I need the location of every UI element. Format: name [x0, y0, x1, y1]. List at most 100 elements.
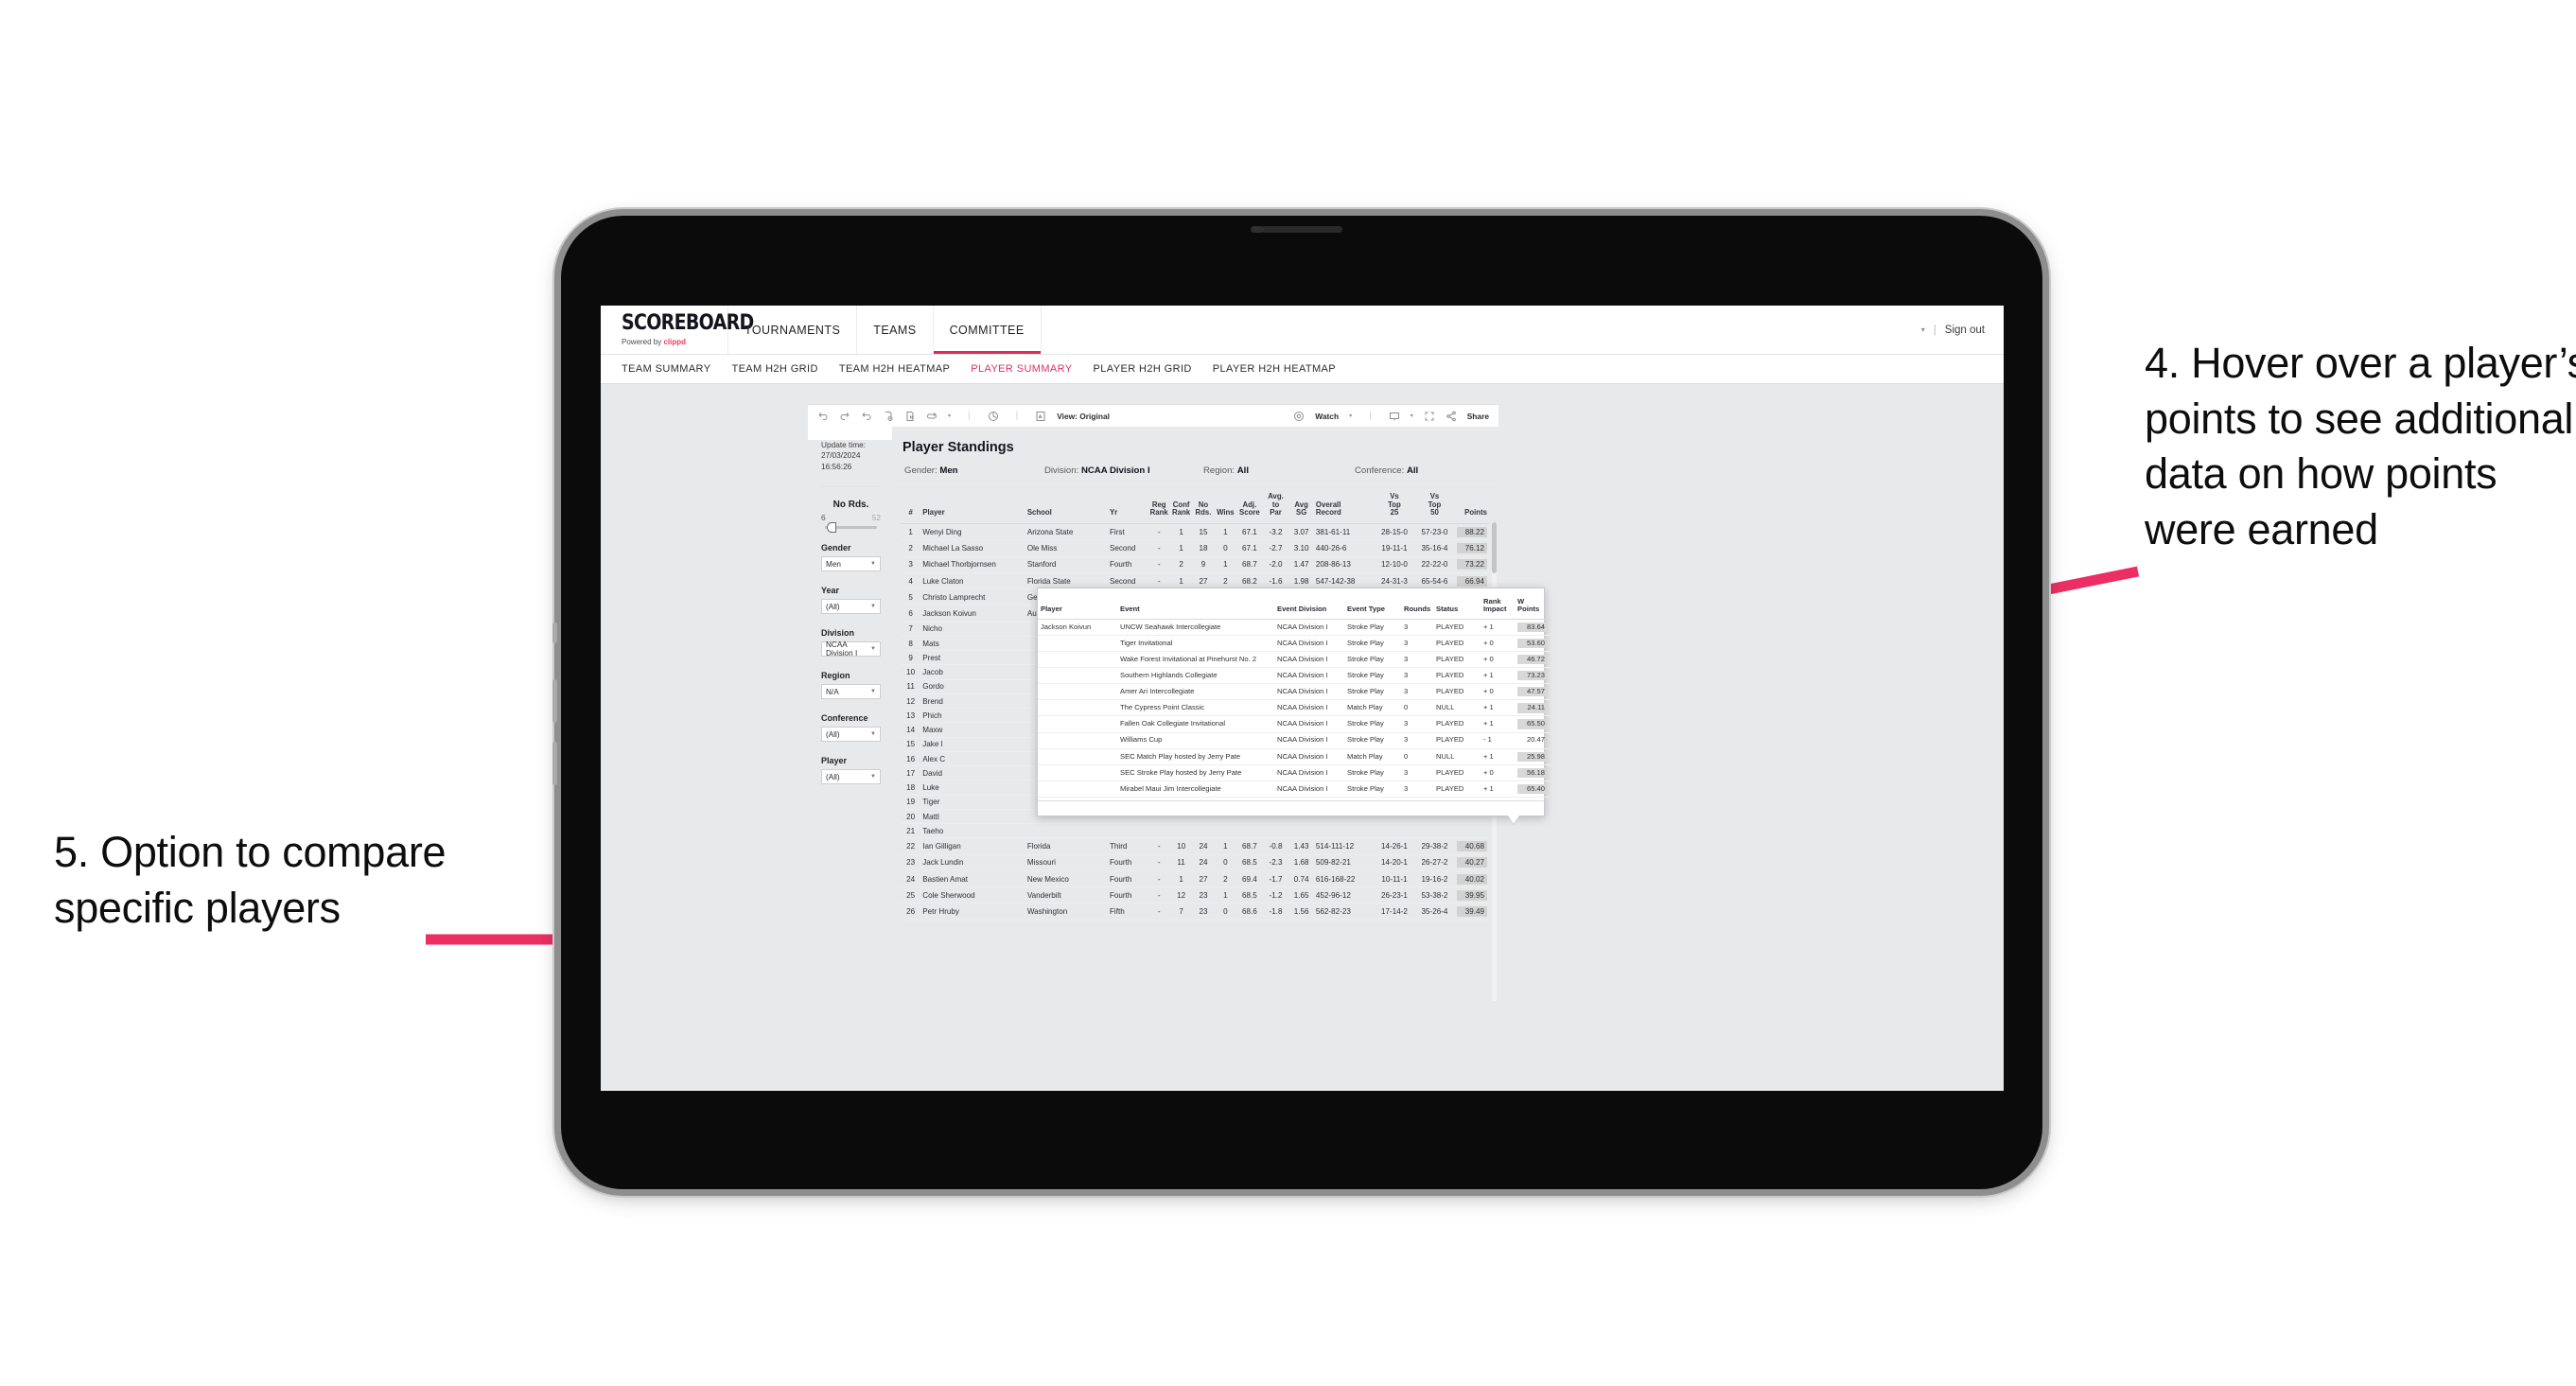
filter-year: Year (All) ▼: [821, 586, 881, 615]
subnav-team-h2h-heatmap[interactable]: TEAM H2H HEATMAP: [839, 363, 950, 375]
column-header-vs-top-25[interactable]: Vs Top 25: [1374, 488, 1415, 525]
cell-avg-sg: 1.65: [1288, 886, 1314, 904]
pause-updates-icon[interactable]: [904, 411, 916, 422]
share-button[interactable]: Share: [1467, 412, 1489, 421]
points-value[interactable]: 76.12: [1457, 543, 1487, 554]
table-row[interactable]: 2 Michael La Sasso Ole Miss Second -1 18 0 67.1…: [901, 539, 1489, 557]
table-row[interactable]: 3 Michael Thorbjornsen Stanford Fourth -2 9 1 6…: [901, 556, 1489, 573]
column-header-school[interactable]: School: [1025, 488, 1108, 525]
share-icon[interactable]: [1446, 411, 1457, 422]
column-header-conf-rank[interactable]: Conf Rank: [1169, 488, 1193, 525]
cell-player: Ian Gilligan: [920, 837, 1025, 855]
undo-icon[interactable]: [817, 411, 829, 422]
column-header-wins[interactable]: Wins: [1214, 488, 1237, 525]
column-header-yr[interactable]: Yr: [1107, 488, 1148, 525]
filter-gender-value: Men: [826, 559, 841, 569]
nav-item-committee[interactable]: COMMITTEE: [933, 306, 1042, 354]
no-rounds-slider[interactable]: No Rds. 6 52: [821, 500, 881, 534]
tooltip-cell-event-type: Stroke Play: [1344, 619, 1401, 636]
brand-logo[interactable]: SCOREBOARD Powered by clippd: [601, 306, 754, 354]
points-value[interactable]: 39.49: [1457, 906, 1487, 918]
chevron-down-icon[interactable]: ▾: [1411, 412, 1413, 419]
cell-yr: Fourth: [1107, 870, 1148, 888]
device-volume-down-button[interactable]: [552, 742, 557, 785]
table-row[interactable]: 21 Taeho: [901, 823, 1489, 839]
auto-update-icon[interactable]: [926, 411, 938, 422]
points-value[interactable]: 73.22: [1457, 559, 1487, 570]
tooltip-row: The Cypress Point Classic NCAA Division I…: [1038, 699, 1551, 717]
column-header-reg-rank[interactable]: Reg Rank: [1148, 488, 1170, 525]
tooltip-column-rounds: Rounds: [1401, 595, 1433, 620]
filter-player-select[interactable]: (All) ▼: [821, 769, 881, 785]
chevron-down-icon[interactable]: ▾: [1349, 412, 1352, 419]
column-header-overall-record[interactable]: Overall Record: [1313, 488, 1375, 525]
points-value[interactable]: 40.27: [1457, 857, 1487, 868]
table-row[interactable]: 1 Wenyi Ding Arizona State First -1 15 1 67.1 -3…: [901, 523, 1489, 541]
tooltip-cell-event: The Cypress Point Classic: [1117, 699, 1274, 717]
device-mute-button[interactable]: [552, 623, 557, 643]
subnav-team-summary[interactable]: TEAM SUMMARY: [622, 363, 710, 375]
scrollbar-thumb[interactable]: [1492, 522, 1497, 573]
column-header-[interactable]: #: [901, 488, 921, 525]
tooltip-cell-event-division: NCAA Division I: [1274, 683, 1344, 701]
filter-year-select[interactable]: (All) ▼: [821, 599, 881, 615]
cell-overall-record: [1313, 823, 1375, 839]
redo-icon[interactable]: [839, 411, 850, 422]
tooltip-row: SEC Stroke Play hosted by Jerry Pate NCAA…: [1038, 764, 1551, 781]
revert-icon[interactable]: [861, 411, 872, 422]
tooltip-cell-rounds: 3: [1401, 764, 1433, 781]
view-original-icon[interactable]: [1035, 411, 1046, 422]
table-row[interactable]: 23 Jack Lundin Missouri Fourth -11 24 0 68.5 -2.…: [901, 854, 1489, 871]
column-header-vs-top-50[interactable]: Vs Top 50: [1414, 488, 1455, 525]
device-volume-up-button[interactable]: [552, 679, 557, 723]
tooltip-cell-event: UNCW Seahawk Intercollegiate: [1117, 619, 1274, 636]
subnav-player-h2h-grid[interactable]: PLAYER H2H GRID: [1094, 363, 1192, 375]
filter-region-select[interactable]: N/A ▼: [821, 684, 881, 700]
tooltip-cell-event-type: Stroke Play: [1344, 732, 1401, 749]
subnav-team-h2h-grid[interactable]: TEAM H2H GRID: [731, 363, 817, 375]
subnav-player-summary[interactable]: PLAYER SUMMARY: [971, 363, 1072, 375]
nav-item-tournaments[interactable]: TOURNAMENTS: [728, 306, 858, 354]
points-value[interactable]: 40.02: [1457, 873, 1487, 885]
pause-auto-icon[interactable]: [988, 411, 999, 422]
watch-icon[interactable]: [1293, 411, 1305, 422]
table-row[interactable]: 26 Petr Hruby Washington Fifth -7 23 0 68.6 -1.8…: [901, 903, 1489, 921]
table-row[interactable]: 22 Ian Gilligan Florida Third -10 24 1 68.7 -0.8…: [901, 837, 1489, 855]
subnav-player-h2h-heatmap[interactable]: PLAYER H2H HEATMAP: [1213, 363, 1336, 375]
column-header-avg-to-par[interactable]: Avg. to Par: [1262, 488, 1289, 525]
column-header-points[interactable]: Points: [1454, 488, 1489, 525]
filter-gender-select[interactable]: Men ▼: [821, 556, 881, 572]
nav-item-teams[interactable]: TEAMS: [857, 306, 934, 354]
cell-wins: 0: [1214, 854, 1237, 871]
chevron-down-icon[interactable]: ▾: [948, 412, 951, 419]
filter-summary: Gender: Men Division: NCAA Division I Re…: [893, 455, 1498, 488]
column-header-adj-score[interactable]: Adj. Score: [1236, 488, 1263, 525]
sign-out-link[interactable]: Sign out: [1945, 325, 1985, 336]
points-value[interactable]: 40.68: [1457, 841, 1487, 852]
slider-track[interactable]: [825, 522, 877, 534]
points-value[interactable]: 66.94: [1457, 575, 1487, 587]
filter-conference-select[interactable]: (All) ▼: [821, 727, 881, 743]
toolbar-right-group: Watch ▾ | ▾ Share: [1293, 411, 1489, 422]
account-menu[interactable]: ▾ | Sign out: [1902, 306, 2004, 354]
column-header-player[interactable]: Player: [920, 488, 1025, 525]
cell-avg-sg: [1288, 823, 1314, 839]
standings-panel: Player Standings Gender: Men Division: N…: [893, 427, 1551, 1001]
points-value[interactable]: 88.22: [1457, 526, 1487, 537]
refresh-data-icon[interactable]: [883, 411, 894, 422]
filter-division-select[interactable]: NCAA Division I ▼: [821, 640, 881, 658]
cell-adj-score: 68.5: [1236, 886, 1263, 904]
cell-overall-record: 452-96-12: [1313, 886, 1375, 904]
table-row[interactable]: 24 Bastien Amat New Mexico Fourth -1 27 2 69.4-…: [901, 870, 1489, 888]
fullscreen-icon[interactable]: [1424, 411, 1435, 422]
column-header-avg-sg[interactable]: Avg SG: [1288, 488, 1314, 525]
update-time-label: Update time:: [821, 440, 867, 449]
table-row[interactable]: 25 Cole Sherwood Vanderbilt Fourth -12 23 1 68.…: [901, 886, 1489, 904]
points-value[interactable]: 39.95: [1457, 889, 1487, 901]
cell-no-rds: 24: [1192, 854, 1215, 871]
column-header-no-rds[interactable]: No Rds.: [1192, 488, 1215, 525]
device-layout-icon[interactable]: [1389, 411, 1400, 422]
watch-button[interactable]: Watch: [1315, 412, 1339, 421]
slider-handle[interactable]: [827, 522, 836, 534]
view-original-label[interactable]: View: Original: [1057, 412, 1110, 421]
